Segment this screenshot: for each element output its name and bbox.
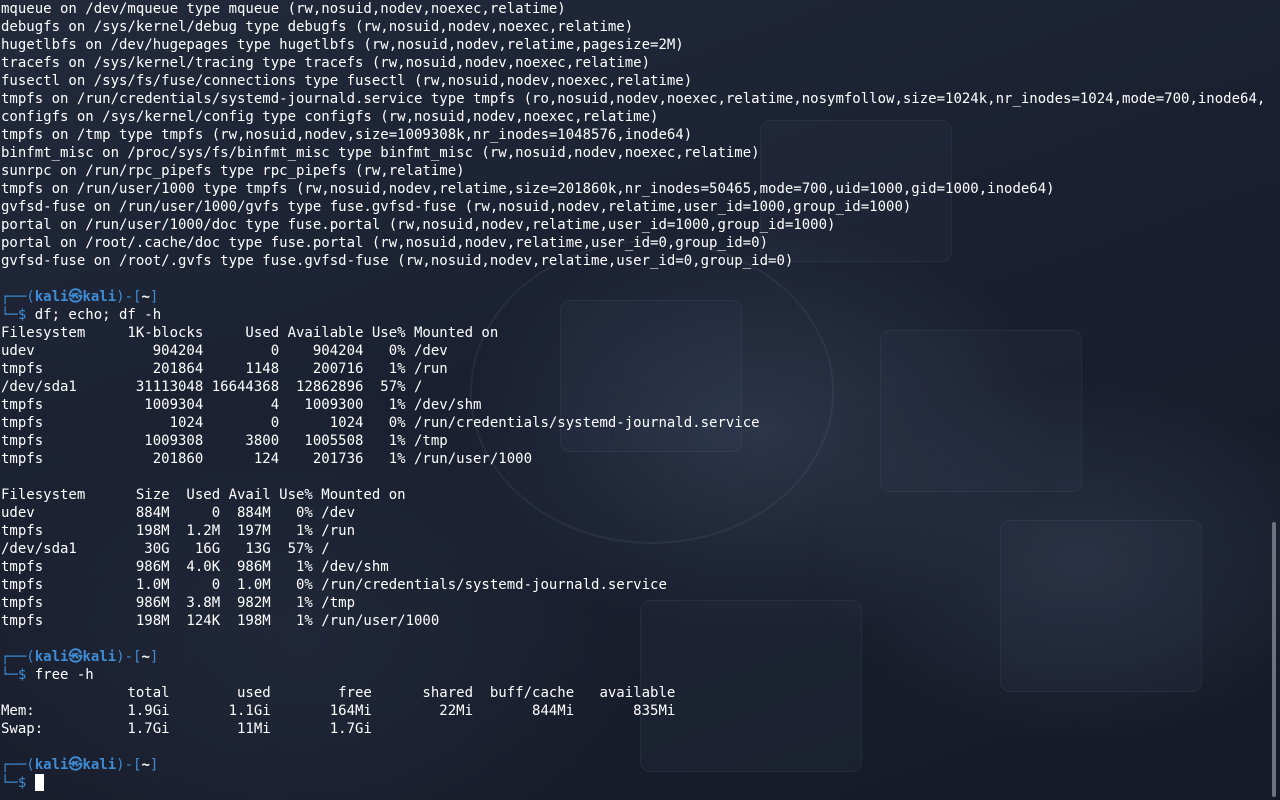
mount-output-line: tmpfs on /tmp type tmpfs (rw,nosuid,node… [1,127,693,143]
df-h-output-line: udev 884M 0 884M 0% /dev [1,505,356,521]
prompt-directory: ~ [141,649,150,665]
mount-output-line: mqueue on /dev/mqueue type mqueue (rw,no… [1,1,566,17]
free-output-line: Mem: 1.9Gi 1.1Gi 164Mi 22Mi 844Mi 835Mi [1,703,676,719]
prompt-frame-bottom: └─ [1,667,18,683]
text-cursor[interactable] [34,774,44,791]
mount-output-line: binfmt_misc on /proc/sys/fs/binfmt_misc … [1,145,760,161]
mount-output-line: gvfsd-fuse on /root/.gvfs type fuse.gvfs… [1,253,794,269]
prompt-close: ] [149,649,159,665]
mount-output-line: fusectl on /sys/fs/fuse/connections type… [1,73,693,89]
mount-output-line: hugetlbfs on /dev/hugepages type hugetlb… [1,37,684,53]
df-h-output-line: tmpfs 198M 124K 198M 1% /run/user/1000 [1,613,440,629]
prompt-frame: ┌──( [1,289,35,305]
mount-output-line: debugfs on /sys/kernel/debug type debugf… [1,19,634,35]
prompt-at-symbol: ㉿ [68,757,83,773]
prompt-frame-bottom: └─ [1,307,18,323]
terminal-output[interactable]: mqueue on /dev/mqueue type mqueue (rw,no… [1,0,1265,792]
df-output-line: tmpfs 201864 1148 200716 1% /run [1,361,448,377]
prompt-dollar: $ [17,775,35,791]
mount-output-line: portal on /root/.cache/doc type fuse.por… [1,235,769,251]
prompt-header: ┌──(kali㉿kali)-[~] [1,648,1265,666]
mount-output-line: tmpfs on /run/credentials/systemd-journa… [1,91,1265,107]
prompt-user: kali [34,289,69,305]
prompt-frame: ┌──( [1,649,35,665]
prompt-dollar: $ [17,307,35,323]
command-text: df; echo; df -h [34,307,162,323]
terminal-scrollbar[interactable] [1272,522,1276,797]
mount-output-line: tracefs on /sys/kernel/tracing type trac… [1,55,651,71]
prompt-header: ┌──(kali㉿kali)-[~] [1,756,1265,774]
prompt-at-symbol: ㉿ [68,649,83,665]
prompt-separator: )-[ [116,289,142,305]
mount-output-line: configfs on /sys/kernel/config type conf… [1,109,659,125]
mount-output-line: gvfsd-fuse on /run/user/1000/gvfs type f… [1,199,912,215]
df-output-line: tmpfs 1009304 4 1009300 1% /dev/shm [1,397,482,413]
free-output-line: Swap: 1.7Gi 11Mi 1.7Gi [1,721,372,737]
command-text: free -h [34,667,94,683]
prompt-directory: ~ [141,289,150,305]
df-h-output-line: /dev/sda1 30G 16G 13G 57% / [1,541,330,557]
mount-output-line: sunrpc on /run/rpc_pipefs type rpc_pipef… [1,163,465,179]
free-output-line: total used free shared buff/cache availa… [1,685,676,701]
prompt-close: ] [149,289,159,305]
prompt-header: ┌──(kali㉿kali)-[~] [1,288,1265,306]
mount-output-line: tmpfs on /run/user/1000 type tmpfs (rw,n… [1,181,1055,197]
df-h-output-line: tmpfs 198M 1.2M 197M 1% /run [1,523,356,539]
prompt-separator: )-[ [116,649,142,665]
command-input-line[interactable]: └─$ [1,774,1265,792]
df-h-output-line: Filesystem Size Used Avail Use% Mounted … [1,487,406,503]
prompt-host: kali [82,757,117,773]
df-h-output-line: tmpfs 1.0M 0 1.0M 0% /run/credentials/sy… [1,577,667,593]
prompt-host: kali [82,289,117,305]
prompt-directory: ~ [141,757,150,773]
df-h-output-line: tmpfs 986M 4.0K 986M 1% /dev/shm [1,559,389,575]
command-line: └─$ df; echo; df -h [1,306,1265,324]
df-output-line: tmpfs 201860 124 201736 1% /run/user/100… [1,451,533,467]
df-output-line: Filesystem 1K-blocks Used Available Use%… [1,325,499,341]
prompt-separator: )-[ [116,757,142,773]
prompt-host: kali [82,649,117,665]
prompt-dollar: $ [17,667,35,683]
df-h-output-line: tmpfs 986M 3.8M 982M 1% /tmp [1,595,356,611]
prompt-frame: ┌──( [1,757,35,773]
prompt-at-symbol: ㉿ [68,289,83,305]
mount-output-line: portal on /run/user/1000/doc type fuse.p… [1,217,836,233]
prompt-user: kali [34,649,69,665]
df-output-line: tmpfs 1009308 3800 1005508 1% /tmp [1,433,448,449]
prompt-user: kali [34,757,69,773]
df-output-line: /dev/sda1 31113048 16644368 12862896 57%… [1,379,423,395]
df-output-line: udev 904204 0 904204 0% /dev [1,343,448,359]
prompt-close: ] [149,757,159,773]
prompt-frame-bottom: └─ [1,775,18,791]
command-line: └─$ free -h [1,666,1265,684]
df-output-line: tmpfs 1024 0 1024 0% /run/credentials/sy… [1,415,760,431]
